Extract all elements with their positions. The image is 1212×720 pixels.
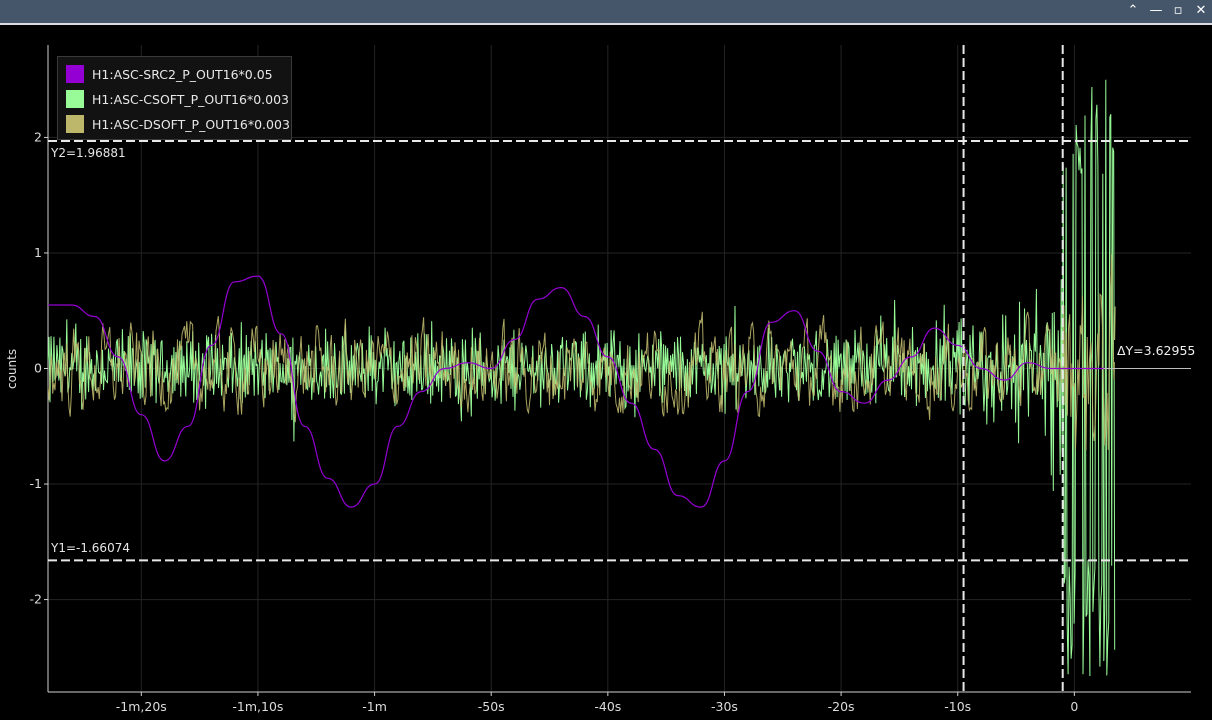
legend-entry-csoft: H1:ASC-CSOFT_P_OUT16*0.003 bbox=[66, 89, 289, 109]
legend-swatch-csoft bbox=[66, 90, 84, 108]
legend: H1:ASC-SRC2_P_OUT16*0.05 H1:ASC-CSOFT_P_… bbox=[57, 56, 292, 140]
legend-entry-src2: H1:ASC-SRC2_P_OUT16*0.05 bbox=[66, 64, 273, 84]
x-tick-label: -20s bbox=[828, 699, 855, 714]
x-tick-label: -1m,20s bbox=[116, 699, 167, 714]
maximize-icon[interactable]: ▫ bbox=[1168, 2, 1188, 20]
cursor-y2-label: Y2=1.96881 bbox=[51, 146, 126, 160]
y-tick-label: -2 bbox=[30, 592, 42, 607]
legend-swatch-dsoft bbox=[66, 115, 84, 133]
cursor-delta-y-label: ΔY=3.62955 bbox=[1114, 340, 1199, 362]
y-tick-label: 1 bbox=[34, 245, 42, 260]
y-axis-label: counts bbox=[5, 348, 19, 389]
minimize-icon[interactable]: — bbox=[1146, 2, 1166, 20]
close-icon[interactable]: ✕ bbox=[1191, 2, 1211, 20]
x-tick-label: -1m bbox=[362, 699, 387, 714]
x-tick-label: -50s bbox=[478, 699, 505, 714]
x-tick-label: -30s bbox=[711, 699, 738, 714]
legend-swatch-src2 bbox=[66, 65, 84, 83]
collapse-icon[interactable]: ⌃ bbox=[1123, 2, 1143, 20]
x-tick-label: 0 bbox=[1070, 699, 1078, 714]
legend-label-src2: H1:ASC-SRC2_P_OUT16*0.05 bbox=[92, 66, 273, 82]
x-tick-label: -1m,10s bbox=[232, 699, 283, 714]
legend-label-dsoft: H1:ASC-DSOFT_P_OUT16*0.003 bbox=[92, 116, 290, 132]
legend-entry-dsoft: H1:ASC-DSOFT_P_OUT16*0.003 bbox=[66, 114, 290, 134]
series-src2-line bbox=[48, 275, 1110, 508]
cursor-y1-label: Y1=-1.66074 bbox=[51, 541, 130, 555]
window-titlebar: ⌃ — ▫ ✕ bbox=[0, 0, 1212, 25]
x-tick-label: -40s bbox=[594, 699, 621, 714]
x-tick-label: -10s bbox=[944, 699, 971, 714]
y-tick-label: 0 bbox=[34, 361, 42, 376]
y-tick-label: 2 bbox=[34, 129, 42, 144]
y-tick-label: -1 bbox=[30, 476, 42, 491]
legend-label-csoft: H1:ASC-CSOFT_P_OUT16*0.003 bbox=[92, 91, 289, 107]
